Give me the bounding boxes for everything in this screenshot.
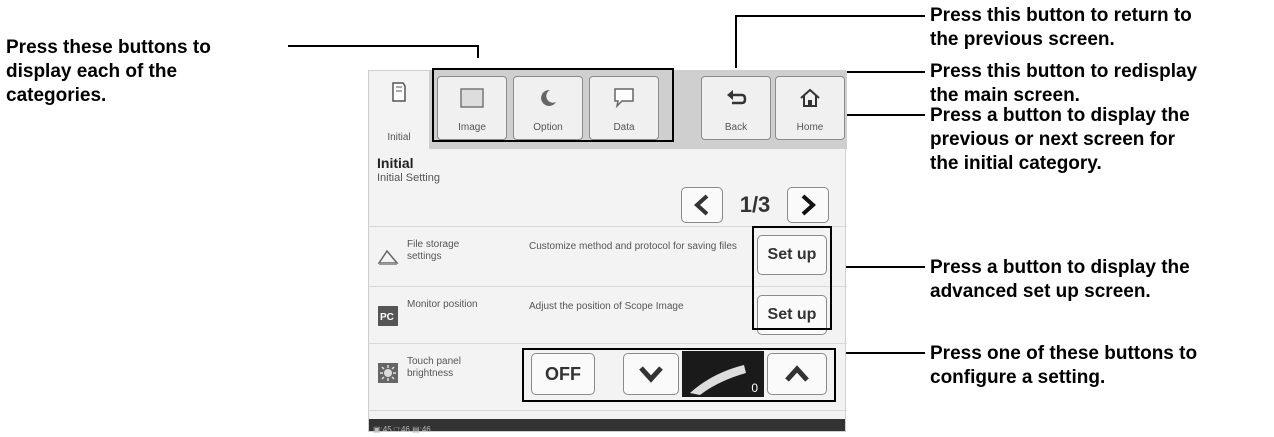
section-title: Initial [377,155,414,171]
back-leader [735,15,925,68]
categories-leader [288,45,479,58]
brightness-icon [377,362,399,384]
setup-group-box [752,226,832,330]
file-storage-icon [377,245,399,267]
callout-back: Press this button to return to the previ… [930,5,1192,50]
chevron-right-icon [801,194,816,216]
setting-group-box [522,348,836,402]
page-indicator: 1/3 [739,192,771,217]
callout-page-nav: Press a button to display the previous o… [930,105,1190,174]
svg-text:PC: PC [380,312,394,323]
status-text: ▣:45 □:46 ▤:46 [373,425,431,434]
categories-group-box [432,68,674,142]
document-icon [369,78,429,106]
back-arrow-icon [702,84,770,112]
home-button[interactable]: Home [775,76,845,140]
callout-setting: Press one of these buttons to configure … [930,343,1198,388]
callout-home: Press this button to redisplay the main … [930,61,1198,106]
chevron-left-icon [694,194,709,216]
callout-categories: Press these buttons to display each of t… [6,37,211,106]
next-page-button[interactable] [787,187,829,223]
home-icon [776,84,844,112]
status-bar: ▣:45 □:46 ▤:46 [369,419,845,434]
prev-page-button[interactable] [681,187,723,223]
section-subtitle: Initial Setting [377,172,440,184]
back-button[interactable]: Back [701,76,771,140]
pc-monitor-icon: PC [377,305,399,327]
callout-setup: Press a button to display the advanced s… [930,257,1190,302]
tab-initial[interactable]: Initial [369,71,429,149]
